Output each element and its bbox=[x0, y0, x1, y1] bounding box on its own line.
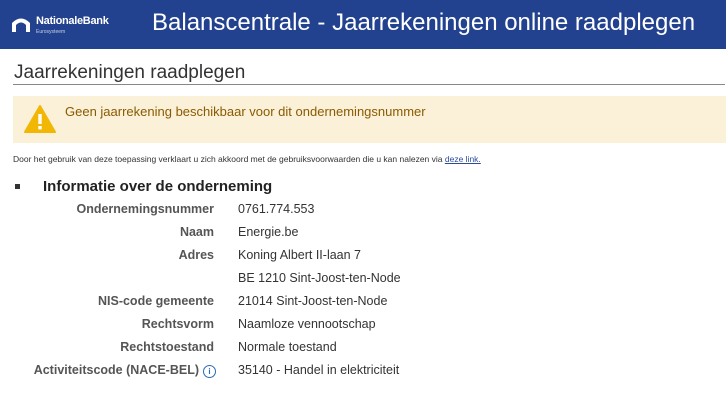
info-label: Rechtsvorm bbox=[141, 317, 214, 331]
info-row-rechtstoestand: Rechtstoestand Normale toestand bbox=[0, 340, 726, 360]
info-label: Adres bbox=[178, 248, 214, 262]
section-bullet bbox=[15, 184, 20, 189]
info-row-naam: Naam Energie.be bbox=[0, 225, 726, 245]
disclaimer-text: Door het gebruik van deze toepassing ver… bbox=[13, 154, 443, 164]
info-row-rechtsvorm: Rechtsvorm Naamloze vennootschap bbox=[0, 317, 726, 337]
info-value: Koning Albert II-laan 7 bbox=[238, 248, 361, 262]
info-value: 21014 Sint-Joost-ten-Node bbox=[238, 294, 388, 308]
logo-subtext: Eurosysteem bbox=[36, 29, 66, 35]
info-value: Normale toestand bbox=[238, 340, 337, 354]
section-heading: Informatie over de onderneming bbox=[43, 178, 273, 195]
title-divider bbox=[13, 84, 725, 85]
terms-link[interactable]: deze link. bbox=[445, 154, 481, 164]
info-value: BE 1210 Sint-Joost-ten-Node bbox=[238, 271, 401, 285]
info-label-with-icon: Activiteitscode (NACE-BEL) i bbox=[34, 363, 216, 378]
info-row-activiteitscode: Activiteitscode (NACE-BEL) i 35140 - Hand… bbox=[0, 363, 726, 383]
info-value: 0761.774.553 bbox=[238, 202, 315, 216]
info-value: Naamloze vennootschap bbox=[238, 317, 376, 331]
info-label: Rechtstoestand bbox=[120, 340, 214, 354]
info-row-adres-line2: BE 1210 Sint-Joost-ten-Node bbox=[0, 271, 726, 291]
header-title: Balanscentrale - Jaarrekeningen online r… bbox=[152, 9, 696, 36]
logo-text: NationaleBank bbox=[36, 15, 109, 27]
info-value: 35140 - Handel in elektriciteit bbox=[238, 363, 400, 377]
alert-warning: Geen jaarrekening beschikbaar voor dit o… bbox=[13, 96, 726, 143]
info-label: Ondernemingsnummer bbox=[76, 202, 214, 216]
info-label: Naam bbox=[179, 225, 214, 239]
info-row-ondernemingsnummer: Ondernemingsnummer 0761.774.553 bbox=[0, 202, 726, 222]
info-value: Energie.be bbox=[238, 225, 299, 239]
info-label: NIS-code gemeente bbox=[97, 294, 214, 308]
header-bar: NationaleBank Eurosysteem Balanscentrale… bbox=[0, 0, 726, 49]
info-icon[interactable]: i bbox=[203, 365, 216, 378]
logo-mark-icon bbox=[12, 18, 30, 32]
page-title: Jaarrekeningen raadplegen bbox=[14, 62, 246, 83]
info-label: Activiteitscode (NACE-BEL) bbox=[33, 363, 199, 377]
nbb-logo[interactable]: NationaleBank Eurosysteem bbox=[10, 9, 120, 39]
alert-message: Geen jaarrekening beschikbaar voor dit o… bbox=[65, 104, 426, 119]
warning-icon bbox=[24, 105, 56, 133]
info-row-adres: Adres Koning Albert II-laan 7 bbox=[0, 248, 726, 268]
disclaimer: Door het gebruik van deze toepassing ver… bbox=[13, 154, 481, 164]
info-row-nis-code: NIS-code gemeente 21014 Sint-Joost-ten-N… bbox=[0, 294, 726, 314]
